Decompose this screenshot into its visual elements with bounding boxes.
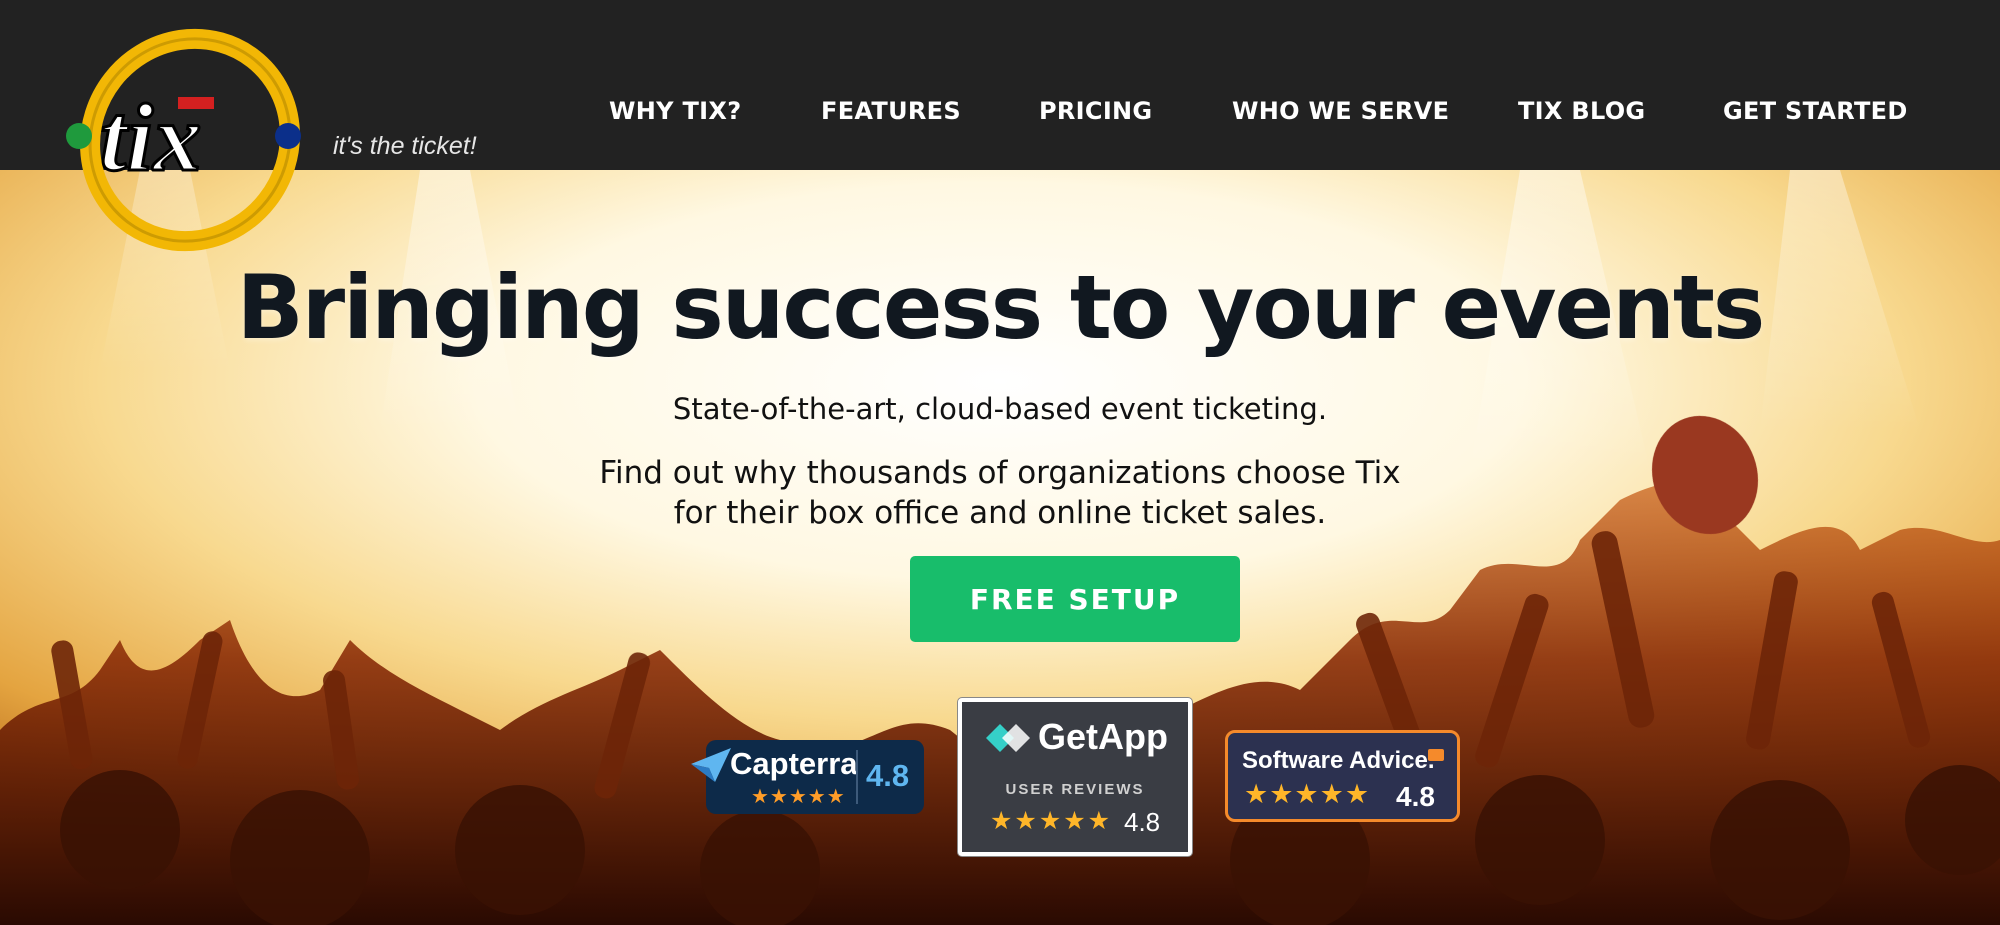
nav-tix-blog[interactable]: TIX BLOG <box>1518 94 1645 128</box>
speech-bubble-icon <box>1428 749 1444 761</box>
capterra-score: 4.8 <box>866 758 910 793</box>
getapp-score: 4.8 <box>1124 807 1161 837</box>
nav-why-tix[interactable]: WHY TIX? <box>609 94 741 128</box>
nav-who-we-serve[interactable]: WHO WE SERVE <box>1232 94 1449 128</box>
free-setup-button[interactable]: FREE SETUP <box>910 556 1240 642</box>
software-advice-stars-icon: ★★★★★ <box>1244 779 1371 809</box>
capterra-divider <box>856 750 858 804</box>
getapp-diamond-icon <box>986 724 1030 752</box>
software-advice-score: 4.8 <box>1396 781 1435 812</box>
nav-pricing[interactable]: PRICING <box>1039 94 1152 128</box>
capterra-badge[interactable]: Capterra ★★★★★ 4.8 <box>691 740 924 814</box>
hero-description-line1: Find out why thousands of organizations … <box>599 455 1401 491</box>
capterra-stars-icon: ★★★★★ <box>751 786 846 808</box>
hero-subheadline: State-of-the-art, cloud-based event tick… <box>672 392 1328 426</box>
software-advice-badge[interactable]: Software Advice. ★★★★★ 4.8 <box>1225 730 1460 822</box>
hero-description: Find out why thousands of organizations … <box>0 453 2000 533</box>
nav-features[interactable]: FEATURES <box>821 94 961 128</box>
software-advice-name: Software Advice. <box>1242 747 1435 774</box>
nav-get-started[interactable]: GET STARTED <box>1723 94 1908 128</box>
brand-tagline: it's the ticket! <box>333 132 477 160</box>
tix-logo[interactable]: tix <box>58 20 308 255</box>
hero-headline: Bringing success to your events <box>236 256 1766 359</box>
logo-wordmark: tix <box>100 84 201 191</box>
getapp-subtitle: USER REVIEWS <box>1005 781 1145 798</box>
hero-description-line2: for their box office and online ticket s… <box>673 495 1327 531</box>
capterra-name: Capterra <box>730 746 858 781</box>
getapp-name: GetApp <box>1038 716 1168 757</box>
getapp-stars-icon: ★★★★★ <box>990 807 1113 835</box>
capterra-arrow-icon <box>691 748 731 782</box>
getapp-badge[interactable]: GetApp USER REVIEWS ★★★★★ 4.8 <box>958 698 1192 856</box>
